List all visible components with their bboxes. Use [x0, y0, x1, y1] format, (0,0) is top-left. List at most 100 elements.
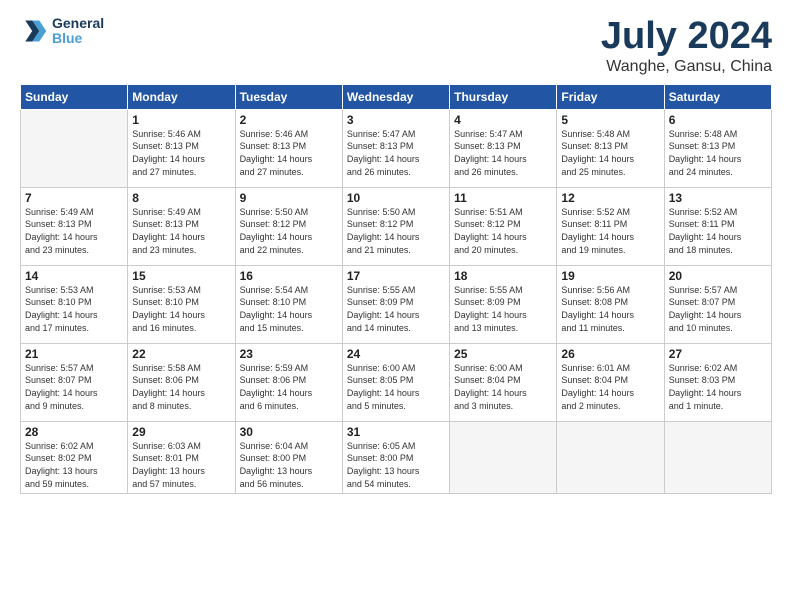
day-info: Sunrise: 6:01 AM Sunset: 8:04 PM Dayligh…: [561, 362, 659, 412]
header-row: Sunday Monday Tuesday Wednesday Thursday…: [21, 84, 772, 109]
table-row: 23Sunrise: 5:59 AM Sunset: 8:06 PM Dayli…: [235, 343, 342, 421]
day-info: Sunrise: 5:52 AM Sunset: 8:11 PM Dayligh…: [669, 206, 767, 256]
col-tuesday: Tuesday: [235, 84, 342, 109]
logo-text: General Blue: [52, 16, 104, 47]
day-number: 2: [240, 113, 338, 127]
day-info: Sunrise: 5:50 AM Sunset: 8:12 PM Dayligh…: [347, 206, 445, 256]
header: General Blue July 2024 Wanghe, Gansu, Ch…: [20, 16, 772, 76]
col-thursday: Thursday: [450, 84, 557, 109]
day-info: Sunrise: 5:56 AM Sunset: 8:08 PM Dayligh…: [561, 284, 659, 334]
day-info: Sunrise: 5:57 AM Sunset: 8:07 PM Dayligh…: [669, 284, 767, 334]
day-number: 15: [132, 269, 230, 283]
day-number: 10: [347, 191, 445, 205]
table-row: 28Sunrise: 6:02 AM Sunset: 8:02 PM Dayli…: [21, 421, 128, 493]
day-info: Sunrise: 6:03 AM Sunset: 8:01 PM Dayligh…: [132, 440, 230, 490]
day-number: 11: [454, 191, 552, 205]
table-row: 29Sunrise: 6:03 AM Sunset: 8:01 PM Dayli…: [128, 421, 235, 493]
day-number: 21: [25, 347, 123, 361]
day-info: Sunrise: 5:52 AM Sunset: 8:11 PM Dayligh…: [561, 206, 659, 256]
day-info: Sunrise: 5:58 AM Sunset: 8:06 PM Dayligh…: [132, 362, 230, 412]
day-info: Sunrise: 5:47 AM Sunset: 8:13 PM Dayligh…: [347, 128, 445, 178]
table-row: 11Sunrise: 5:51 AM Sunset: 8:12 PM Dayli…: [450, 187, 557, 265]
day-info: Sunrise: 5:57 AM Sunset: 8:07 PM Dayligh…: [25, 362, 123, 412]
table-row: [21, 109, 128, 187]
table-row: 30Sunrise: 6:04 AM Sunset: 8:00 PM Dayli…: [235, 421, 342, 493]
table-row: [450, 421, 557, 493]
day-info: Sunrise: 5:53 AM Sunset: 8:10 PM Dayligh…: [132, 284, 230, 334]
day-number: 30: [240, 425, 338, 439]
table-row: 14Sunrise: 5:53 AM Sunset: 8:10 PM Dayli…: [21, 265, 128, 343]
page: General Blue July 2024 Wanghe, Gansu, Ch…: [0, 0, 792, 612]
day-info: Sunrise: 5:48 AM Sunset: 8:13 PM Dayligh…: [561, 128, 659, 178]
table-row: 9Sunrise: 5:50 AM Sunset: 8:12 PM Daylig…: [235, 187, 342, 265]
table-row: 21Sunrise: 5:57 AM Sunset: 8:07 PM Dayli…: [21, 343, 128, 421]
table-row: 10Sunrise: 5:50 AM Sunset: 8:12 PM Dayli…: [342, 187, 449, 265]
col-saturday: Saturday: [664, 84, 771, 109]
day-info: Sunrise: 5:49 AM Sunset: 8:13 PM Dayligh…: [132, 206, 230, 256]
day-number: 31: [347, 425, 445, 439]
day-number: 9: [240, 191, 338, 205]
table-row: 2Sunrise: 5:46 AM Sunset: 8:13 PM Daylig…: [235, 109, 342, 187]
day-number: 29: [132, 425, 230, 439]
table-row: 7Sunrise: 5:49 AM Sunset: 8:13 PM Daylig…: [21, 187, 128, 265]
title-block: July 2024 Wanghe, Gansu, China: [601, 16, 772, 76]
day-info: Sunrise: 6:04 AM Sunset: 8:00 PM Dayligh…: [240, 440, 338, 490]
day-number: 16: [240, 269, 338, 283]
day-number: 6: [669, 113, 767, 127]
day-info: Sunrise: 6:00 AM Sunset: 8:04 PM Dayligh…: [454, 362, 552, 412]
day-info: Sunrise: 6:00 AM Sunset: 8:05 PM Dayligh…: [347, 362, 445, 412]
day-number: 7: [25, 191, 123, 205]
table-row: 22Sunrise: 5:58 AM Sunset: 8:06 PM Dayli…: [128, 343, 235, 421]
day-number: 18: [454, 269, 552, 283]
table-row: 13Sunrise: 5:52 AM Sunset: 8:11 PM Dayli…: [664, 187, 771, 265]
table-row: 4Sunrise: 5:47 AM Sunset: 8:13 PM Daylig…: [450, 109, 557, 187]
day-info: Sunrise: 6:05 AM Sunset: 8:00 PM Dayligh…: [347, 440, 445, 490]
day-number: 3: [347, 113, 445, 127]
col-sunday: Sunday: [21, 84, 128, 109]
day-number: 1: [132, 113, 230, 127]
table-row: 15Sunrise: 5:53 AM Sunset: 8:10 PM Dayli…: [128, 265, 235, 343]
day-number: 25: [454, 347, 552, 361]
table-row: 31Sunrise: 6:05 AM Sunset: 8:00 PM Dayli…: [342, 421, 449, 493]
day-info: Sunrise: 6:02 AM Sunset: 8:03 PM Dayligh…: [669, 362, 767, 412]
table-row: 19Sunrise: 5:56 AM Sunset: 8:08 PM Dayli…: [557, 265, 664, 343]
day-number: 5: [561, 113, 659, 127]
day-number: 4: [454, 113, 552, 127]
table-row: 18Sunrise: 5:55 AM Sunset: 8:09 PM Dayli…: [450, 265, 557, 343]
day-info: Sunrise: 5:55 AM Sunset: 8:09 PM Dayligh…: [454, 284, 552, 334]
day-number: 23: [240, 347, 338, 361]
table-row: 5Sunrise: 5:48 AM Sunset: 8:13 PM Daylig…: [557, 109, 664, 187]
day-info: Sunrise: 5:50 AM Sunset: 8:12 PM Dayligh…: [240, 206, 338, 256]
table-row: 25Sunrise: 6:00 AM Sunset: 8:04 PM Dayli…: [450, 343, 557, 421]
day-info: Sunrise: 5:46 AM Sunset: 8:13 PM Dayligh…: [132, 128, 230, 178]
day-info: Sunrise: 5:47 AM Sunset: 8:13 PM Dayligh…: [454, 128, 552, 178]
day-number: 24: [347, 347, 445, 361]
day-info: Sunrise: 5:59 AM Sunset: 8:06 PM Dayligh…: [240, 362, 338, 412]
table-row: [664, 421, 771, 493]
day-info: Sunrise: 5:55 AM Sunset: 8:09 PM Dayligh…: [347, 284, 445, 334]
logo-icon: [20, 17, 48, 45]
day-info: Sunrise: 5:51 AM Sunset: 8:12 PM Dayligh…: [454, 206, 552, 256]
day-info: Sunrise: 6:02 AM Sunset: 8:02 PM Dayligh…: [25, 440, 123, 490]
logo: General Blue: [20, 16, 104, 47]
day-info: Sunrise: 5:53 AM Sunset: 8:10 PM Dayligh…: [25, 284, 123, 334]
table-row: 17Sunrise: 5:55 AM Sunset: 8:09 PM Dayli…: [342, 265, 449, 343]
day-number: 8: [132, 191, 230, 205]
table-row: 1Sunrise: 5:46 AM Sunset: 8:13 PM Daylig…: [128, 109, 235, 187]
col-monday: Monday: [128, 84, 235, 109]
day-info: Sunrise: 5:49 AM Sunset: 8:13 PM Dayligh…: [25, 206, 123, 256]
day-info: Sunrise: 5:54 AM Sunset: 8:10 PM Dayligh…: [240, 284, 338, 334]
table-row: 3Sunrise: 5:47 AM Sunset: 8:13 PM Daylig…: [342, 109, 449, 187]
table-row: 6Sunrise: 5:48 AM Sunset: 8:13 PM Daylig…: [664, 109, 771, 187]
day-number: 28: [25, 425, 123, 439]
table-row: 20Sunrise: 5:57 AM Sunset: 8:07 PM Dayli…: [664, 265, 771, 343]
day-number: 13: [669, 191, 767, 205]
table-row: 16Sunrise: 5:54 AM Sunset: 8:10 PM Dayli…: [235, 265, 342, 343]
day-number: 22: [132, 347, 230, 361]
day-number: 12: [561, 191, 659, 205]
location: Wanghe, Gansu, China: [601, 58, 772, 76]
table-row: [557, 421, 664, 493]
day-number: 26: [561, 347, 659, 361]
table-row: 8Sunrise: 5:49 AM Sunset: 8:13 PM Daylig…: [128, 187, 235, 265]
month-title: July 2024: [601, 16, 772, 58]
